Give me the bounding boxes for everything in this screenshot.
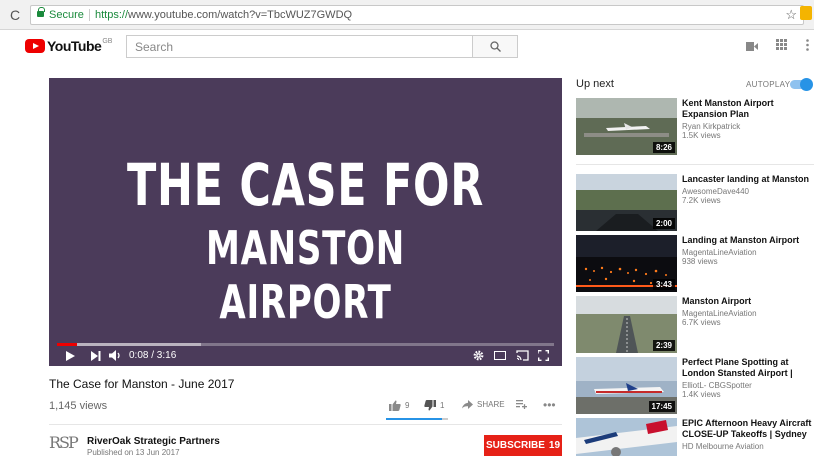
time-display: 0:08 / 3:16 bbox=[129, 350, 177, 361]
apps-grid-icon[interactable] bbox=[776, 39, 787, 53]
recommended-video[interactable]: EPIC Afternoon Heavy Aircraft CLOSE-UP T… bbox=[576, 418, 814, 456]
video-title-link[interactable]: Landing at Manston Airport bbox=[682, 235, 814, 246]
sentiment-bar bbox=[386, 418, 448, 420]
recommended-video[interactable]: 3:43 Landing at Manston Airport MagentaL… bbox=[576, 235, 814, 293]
share-label: SHARE bbox=[477, 400, 505, 409]
like-button[interactable]: 9 bbox=[389, 400, 409, 411]
secure-label: Secure bbox=[49, 9, 84, 21]
video-channel: HD Melbourne Aviation bbox=[682, 442, 764, 451]
video-title-link[interactable]: EPIC Afternoon Heavy Aircraft CLOSE-UP T… bbox=[682, 418, 814, 440]
search-bar bbox=[126, 35, 518, 58]
video-title-link[interactable]: Perfect Plane Spotting at London Stanste… bbox=[682, 357, 814, 379]
recommended-video[interactable]: 17:45 Perfect Plane Spotting at London S… bbox=[576, 357, 814, 415]
toggle-knob bbox=[800, 78, 813, 91]
youtube-play-icon bbox=[25, 39, 45, 53]
play-icon[interactable] bbox=[66, 351, 75, 361]
video-views: 1.4K views bbox=[682, 390, 721, 399]
video-channel: MagentaLineAviation bbox=[682, 248, 757, 257]
video-overlay-title-line1: THE CASE FOR bbox=[126, 151, 485, 219]
video-views: 7.2K views bbox=[682, 196, 721, 205]
channel-avatar[interactable]: RSP bbox=[49, 433, 79, 453]
url-protocol: https:// bbox=[95, 9, 129, 21]
video-overlay-title-line2: MANSTON AIRPORT bbox=[205, 221, 406, 329]
search-button[interactable] bbox=[472, 35, 518, 58]
thumbs-down-icon bbox=[424, 400, 436, 411]
reload-icon[interactable]: C bbox=[6, 6, 24, 24]
video-duration: 2:39 bbox=[652, 340, 675, 351]
video-thumbnail[interactable] bbox=[576, 418, 677, 456]
logo-wordmark: YouTube bbox=[47, 38, 102, 54]
up-next-label: Up next bbox=[576, 78, 614, 90]
video-title-link[interactable]: Lancaster landing at Manston bbox=[682, 174, 814, 185]
divider bbox=[49, 424, 562, 425]
recommended-video[interactable]: 2:00 Lancaster landing at Manston Awesom… bbox=[576, 174, 814, 232]
video-thumbnail[interactable]: 2:39 bbox=[576, 296, 677, 353]
share-arrow-icon bbox=[462, 400, 473, 409]
volume-icon[interactable] bbox=[109, 349, 122, 363]
miniplayer-icon[interactable] bbox=[494, 349, 506, 363]
browser-chrome: C Secure https://www.youtube.com/watch?v… bbox=[0, 0, 814, 30]
video-views: 938 views bbox=[682, 257, 718, 266]
player-controls: 0:08 / 3:16 bbox=[49, 346, 562, 366]
add-to-playlist-button[interactable] bbox=[516, 400, 527, 409]
like-count: 9 bbox=[405, 401, 410, 410]
fullscreen-icon[interactable] bbox=[537, 349, 549, 363]
video-channel: ElliotL- CBGSpotter bbox=[682, 381, 752, 390]
lock-icon bbox=[37, 7, 45, 17]
bookmark-star-icon[interactable]: ☆ bbox=[785, 6, 797, 24]
view-count: 1,145 views bbox=[49, 400, 108, 412]
video-title-link[interactable]: Kent Manston Airport Expansion Plan bbox=[682, 98, 814, 120]
dislike-count: 1 bbox=[440, 401, 445, 410]
video-views: 1.5K views bbox=[682, 131, 721, 140]
video-duration: 3:43 bbox=[652, 279, 675, 290]
upload-video-icon[interactable] bbox=[746, 40, 758, 54]
share-button[interactable]: SHARE bbox=[462, 400, 505, 409]
video-thumbnail[interactable]: 2:00 bbox=[576, 174, 677, 231]
video-duration: 8:26 bbox=[652, 142, 675, 153]
settings-gear-icon[interactable] bbox=[473, 349, 484, 363]
video-thumbnail[interactable]: 3:43 bbox=[576, 235, 677, 292]
address-bar[interactable]: Secure https://www.youtube.com/watch?v=T… bbox=[30, 5, 804, 25]
autoplay-toggle[interactable] bbox=[790, 78, 813, 91]
more-actions-icon[interactable]: ••• bbox=[543, 398, 556, 412]
video-title-link[interactable]: Manston Airport bbox=[682, 296, 814, 307]
sidebar-divider bbox=[576, 164, 814, 165]
youtube-logo[interactable]: YouTube GB bbox=[25, 38, 112, 54]
search-icon bbox=[489, 41, 501, 52]
video-title: The Case for Manston - June 2017 bbox=[49, 377, 235, 391]
channel-name[interactable]: RiverOak Strategic Partners bbox=[87, 436, 220, 447]
sentiment-like-fill bbox=[386, 418, 442, 420]
video-channel: AwesomeDave440 bbox=[682, 187, 750, 196]
subscribe-label: SUBSCRIBE bbox=[485, 440, 545, 451]
subscriber-count: 19 bbox=[548, 440, 561, 451]
video-player[interactable]: THE CASE FOR MANSTON AIRPORT 0:08 / 3:16 bbox=[49, 78, 562, 366]
url-path: www.youtube.com/watch?v=TbcWUZ7GWDQ bbox=[128, 9, 353, 21]
youtube-header: YouTube GB bbox=[0, 30, 814, 62]
playlist-add-icon bbox=[516, 400, 527, 409]
more-options-icon[interactable] bbox=[806, 39, 809, 54]
recommended-video[interactable]: 8:26 Kent Manston Airport Expansion Plan… bbox=[576, 98, 814, 156]
address-separator bbox=[89, 9, 90, 21]
autoplay-label: AUTOPLAY bbox=[746, 80, 791, 89]
recommended-video[interactable]: 2:39 Manston Airport MagentaLineAviation… bbox=[576, 296, 814, 354]
video-duration: 2:00 bbox=[652, 218, 675, 229]
search-input[interactable] bbox=[126, 35, 472, 58]
cast-icon[interactable] bbox=[516, 349, 529, 363]
dislike-button[interactable]: 1 bbox=[424, 400, 444, 411]
video-thumbnail[interactable]: 17:45 bbox=[576, 357, 677, 414]
video-channel: MagentaLineAviation bbox=[682, 309, 757, 318]
video-duration: 17:45 bbox=[648, 401, 675, 412]
video-views: 6.7K views bbox=[682, 318, 721, 327]
video-channel: Ryan Kirkpatrick bbox=[682, 122, 741, 131]
thumbs-up-icon bbox=[389, 400, 401, 411]
url-text[interactable]: https://www.youtube.com/watch?v=TbcWUZ7G… bbox=[95, 6, 352, 24]
next-icon[interactable] bbox=[91, 349, 101, 363]
extension-icon[interactable] bbox=[800, 6, 812, 20]
video-thumbnail[interactable]: 8:26 bbox=[576, 98, 677, 155]
subscribe-button[interactable]: SUBSCRIBE 19 bbox=[484, 435, 562, 456]
region-label: GB bbox=[102, 38, 113, 45]
